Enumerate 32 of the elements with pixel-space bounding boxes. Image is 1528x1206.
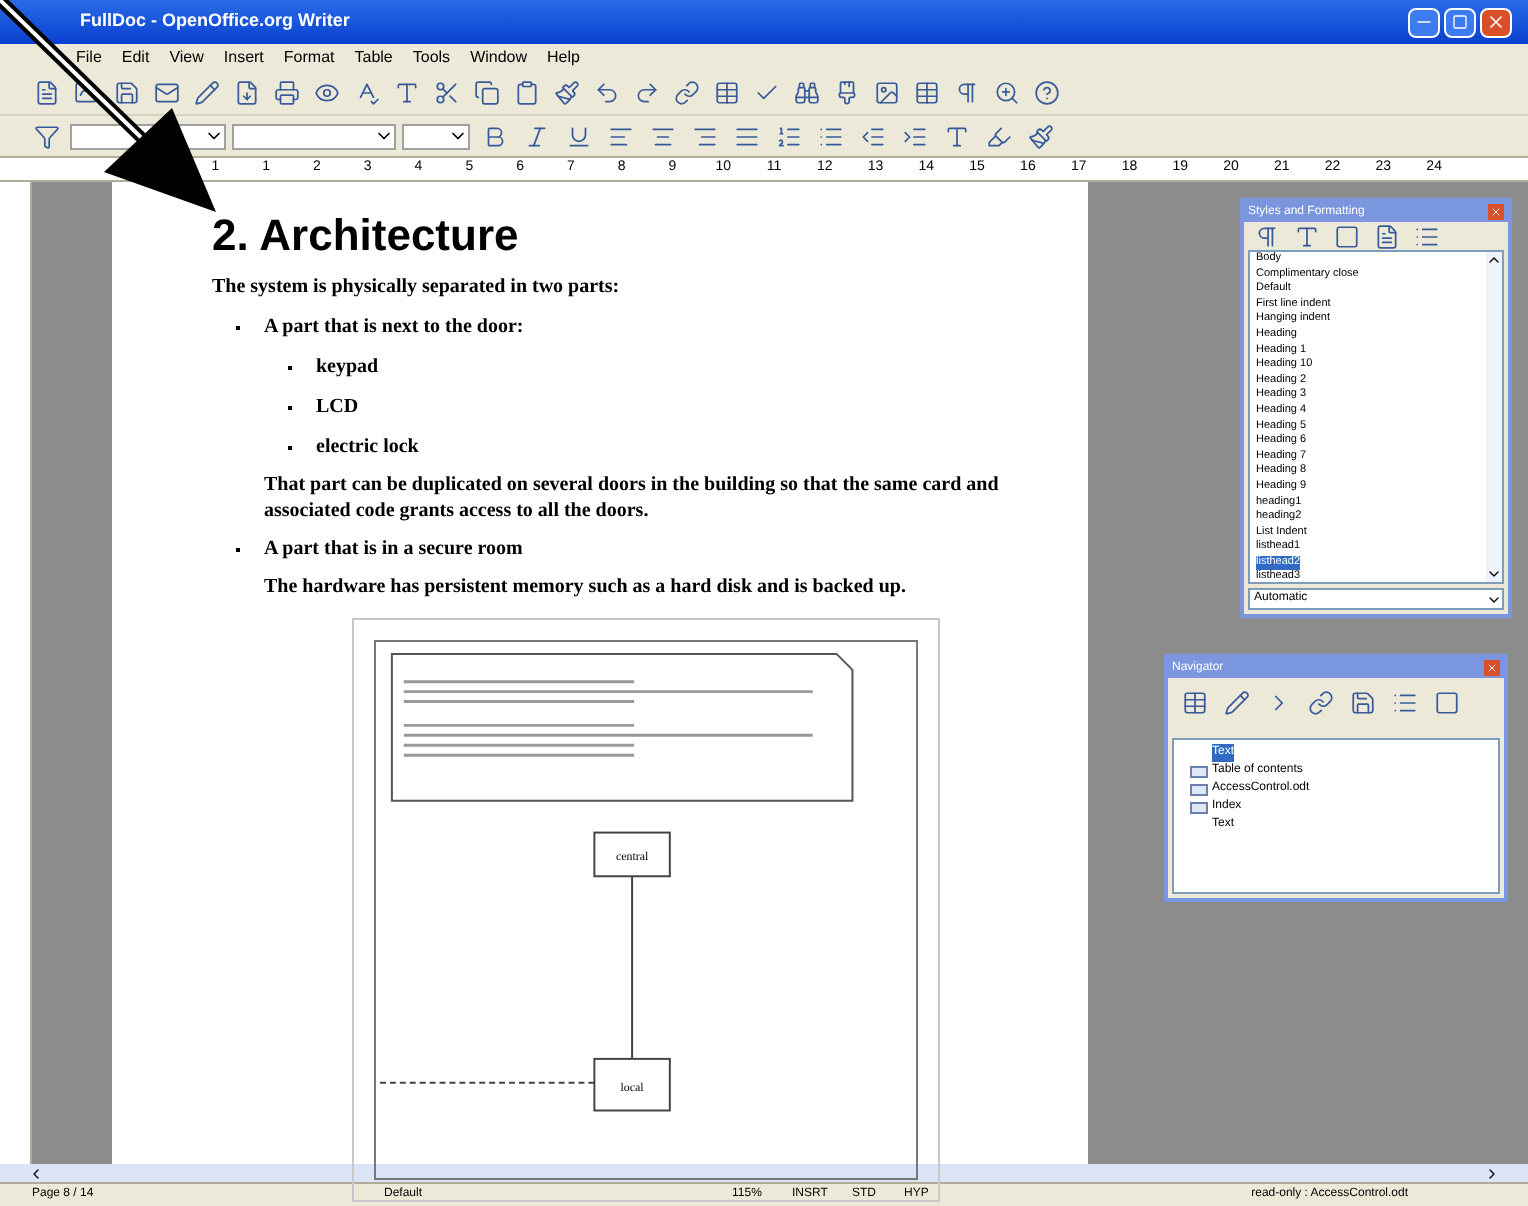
paragraph: The hardware has persistent memory such as a hard disk and is backed up. [262, 574, 908, 600]
menu-item[interactable]: Table [354, 46, 393, 70]
close-button[interactable] [1480, 7, 1512, 37]
chevron-left-icon [28, 1165, 44, 1181]
list-item-text: electric lock [316, 434, 419, 462]
menu-item[interactable]: Format [283, 46, 335, 70]
menu-item[interactable]: File [76, 46, 102, 70]
minimize-button[interactable] [1408, 7, 1440, 37]
chevron-right-icon [1484, 1165, 1500, 1181]
close-icon [1486, 12, 1506, 32]
menu-item[interactable]: Insert [223, 46, 264, 70]
menu-item[interactable]: Tools [412, 46, 451, 70]
close-icon [1490, 206, 1502, 218]
menu-item[interactable]: View [169, 46, 204, 70]
list-item-text: LCD [316, 394, 359, 422]
menu-item[interactable]: Help [547, 46, 580, 70]
maximize-icon [1452, 14, 1468, 30]
chevron-up-icon [1486, 252, 1502, 268]
maximize-button[interactable] [1444, 7, 1476, 37]
paragraph: The system is physically separated in two parts: [212, 274, 622, 302]
menu-item[interactable]: Window [470, 46, 528, 70]
list-item-text: A part that is next to the door: [264, 314, 524, 342]
close-icon [1486, 662, 1498, 674]
close-button[interactable] [1488, 204, 1504, 220]
window-title: FullDoc - OpenOffice.org Writer [78, 8, 350, 35]
document-heading: 2. Architecture [212, 210, 521, 262]
list-item-text: keypad [316, 354, 379, 382]
close-button[interactable] [1484, 660, 1500, 676]
list-item-text: A part that is in a secure room [264, 536, 523, 564]
size-dropdown[interactable] [402, 123, 470, 149]
menu-item[interactable]: Edit [121, 46, 150, 70]
paragraph: That part can be duplicated on several doors in the building so that the same card and associated code grants access to all the doors. [262, 472, 1001, 524]
